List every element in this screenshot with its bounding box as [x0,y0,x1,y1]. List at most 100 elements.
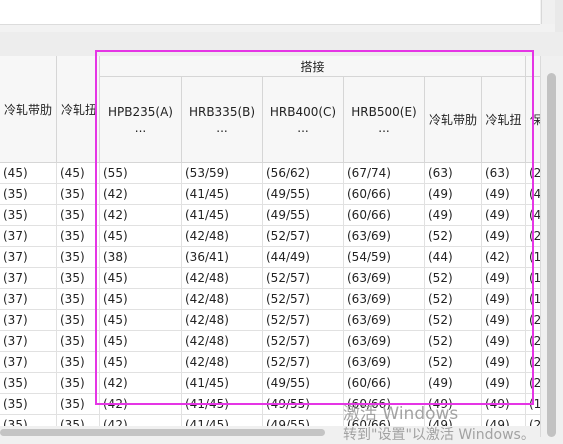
table-cell[interactable]: (63) [482,163,526,184]
table-cell[interactable]: (45) [100,331,182,352]
table-cell[interactable]: (52) [425,268,482,289]
table-cell[interactable]: (56/62) [263,163,344,184]
table-cell[interactable]: (52) [425,331,482,352]
table-cell[interactable]: (63/69) [344,268,425,289]
table-cell[interactable]: (52/57) [263,268,344,289]
table-cell[interactable]: (40 [526,184,540,205]
table-cell[interactable]: (52) [425,289,482,310]
table-cell[interactable]: (35) [0,373,57,394]
table-cell[interactable]: (45) [0,163,57,184]
table-cell[interactable]: (37) [0,289,57,310]
table-cell[interactable]: (35) [0,205,57,226]
table-cell[interactable]: (49) [482,310,526,331]
column-header-1[interactable]: HRB335(B)... [182,77,263,163]
table-cell[interactable]: (44/49) [263,247,344,268]
table-cell[interactable]: (60/66) [344,373,425,394]
table-cell[interactable]: (20 [526,373,540,394]
table-cell[interactable]: (35) [57,184,100,205]
table-cell[interactable]: (20 [526,352,540,373]
table-cell[interactable]: (54/59) [344,247,425,268]
table-cell[interactable]: (45) [100,352,182,373]
table-cell[interactable]: (60/66) [344,184,425,205]
table-cell[interactable]: (20 [526,226,540,247]
table-cell[interactable]: (42) [100,394,182,415]
column-header-5[interactable]: 冷轧扭 [482,77,526,163]
table-cell[interactable]: (63/69) [344,289,425,310]
table-cell[interactable]: (37) [0,310,57,331]
table-cell[interactable]: (36/41) [182,247,263,268]
table-cell[interactable]: (35) [0,394,57,415]
table-cell[interactable]: (40 [526,205,540,226]
table-cell[interactable]: (35) [57,226,100,247]
table-cell[interactable]: (49) [482,352,526,373]
table-cell[interactable]: (49/55) [263,373,344,394]
top-pane-scrollbar[interactable] [541,0,556,24]
table-cell[interactable]: (49) [425,205,482,226]
table-cell[interactable]: (42/48) [182,289,263,310]
table-cell[interactable]: (52) [425,310,482,331]
table-cell[interactable]: (35) [57,310,100,331]
table-cell[interactable]: (52/57) [263,310,344,331]
table-cell[interactable]: (37) [0,226,57,247]
table-cell[interactable]: (41/45) [182,184,263,205]
table-cell[interactable]: (15 [526,394,540,415]
table-cell[interactable]: (53/59) [182,163,263,184]
table-cell[interactable]: (63/69) [344,226,425,247]
table-cell[interactable]: (42/48) [182,310,263,331]
table-cell[interactable]: (45) [57,163,100,184]
table-cell[interactable]: (42) [100,205,182,226]
table-cell[interactable]: (15 [526,247,540,268]
table-cell[interactable]: (38) [100,247,182,268]
table-cell[interactable]: (63) [425,163,482,184]
table-cell[interactable]: (49) [482,184,526,205]
table-cell[interactable]: (42/48) [182,268,263,289]
table-cell[interactable]: (49) [482,226,526,247]
table-cell[interactable]: (35) [57,352,100,373]
table-cell[interactable]: (52) [425,352,482,373]
table-cell[interactable]: (15 [526,268,540,289]
table-cell[interactable]: (42/48) [182,352,263,373]
table-cell[interactable]: (35) [57,247,100,268]
vertical-scrollbar-thumb[interactable] [547,73,556,437]
table-cell[interactable]: (63/69) [344,310,425,331]
table-cell[interactable]: (35) [57,289,100,310]
table-cell[interactable]: (37) [0,247,57,268]
table-cell[interactable]: (49) [482,289,526,310]
table-cell[interactable]: (45) [100,289,182,310]
table-cell[interactable]: (49) [425,184,482,205]
table-cell[interactable]: (52/57) [263,331,344,352]
table-cell[interactable]: (49) [425,373,482,394]
table-cell[interactable]: (52/57) [263,226,344,247]
column-header-3[interactable]: HRB500(E)... [344,77,425,163]
table-cell[interactable]: (42) [482,247,526,268]
table-cell[interactable]: (41/45) [182,373,263,394]
table-cell[interactable]: (55) [100,163,182,184]
table-cell[interactable]: (49) [482,268,526,289]
table-cell[interactable]: (49) [482,394,526,415]
table-cell[interactable]: (52/57) [263,352,344,373]
table-cell[interactable]: (35) [0,184,57,205]
table-cell[interactable]: (49) [482,373,526,394]
column-header-0[interactable]: HPB235(A)... [100,77,182,163]
table-cell[interactable]: (63/69) [344,352,425,373]
table-cell[interactable]: (45) [100,268,182,289]
table-cell[interactable]: (49/55) [263,394,344,415]
table-cell[interactable]: (52/57) [263,289,344,310]
table-cell[interactable]: (49/55) [263,184,344,205]
table-cell[interactable]: (20 [526,331,540,352]
table-cell[interactable]: (37) [0,331,57,352]
table-cell[interactable]: (41/45) [182,205,263,226]
column-header-6[interactable]: 保护 [526,77,540,163]
column-header-2[interactable]: HRB400(C)... [263,77,344,163]
anchorage-lap-table[interactable]: 冷轧带肋 冷轧扭 搭接 HPB235(A)... HRB335(B)... HRB400(… [0,56,540,437]
table-cell[interactable]: (42/48) [182,226,263,247]
table-cell[interactable]: (52) [425,226,482,247]
table-cell[interactable]: (45) [100,310,182,331]
column-header-4[interactable]: 冷轧带肋 [425,77,482,163]
table-cell[interactable]: (35) [57,268,100,289]
table-cell[interactable]: (63/69) [344,331,425,352]
table-cell[interactable]: (42/48) [182,331,263,352]
table-cell[interactable]: (42) [100,373,182,394]
table-cell[interactable]: (49) [482,205,526,226]
table-cell[interactable]: (20 [526,310,540,331]
